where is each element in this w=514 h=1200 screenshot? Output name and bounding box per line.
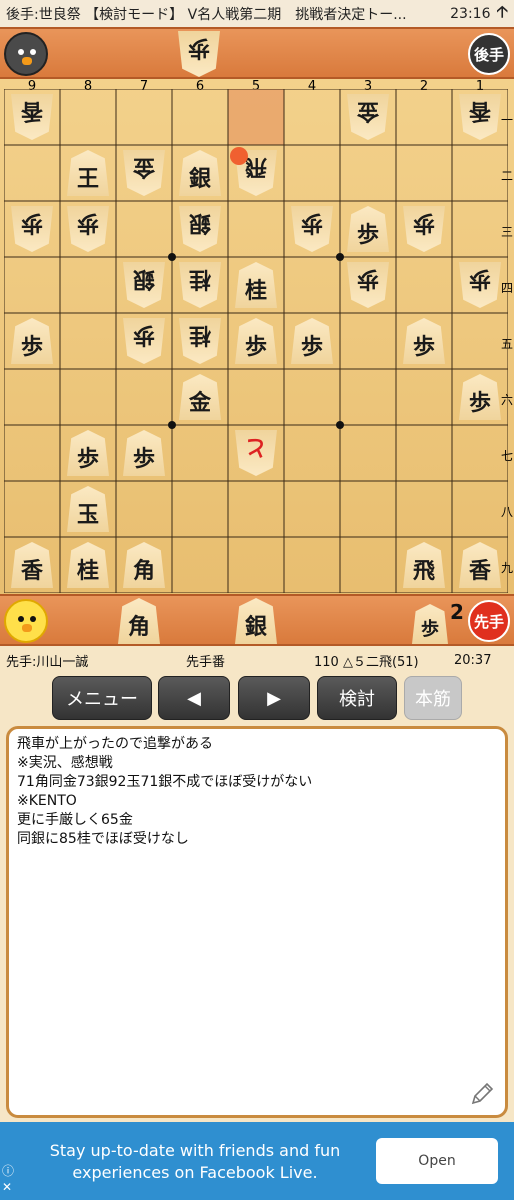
mainline-button[interactable]: 本筋 [404, 676, 462, 720]
piece-label: 香 [21, 98, 44, 124]
pencil-edit-icon[interactable] [469, 1081, 495, 1107]
upload-arrow-icon[interactable]: 🡡 [497, 1, 509, 28]
turn-indicator: 先手番 [186, 654, 226, 670]
piece-label: 金 [188, 390, 211, 416]
piece-label: 歩 [469, 266, 492, 292]
piece-label: 歩 [357, 266, 380, 292]
piece-label: 角 [132, 558, 155, 584]
comment-line: 同銀に85桂でほぼ受けなし [17, 831, 189, 847]
last-move-dot [230, 147, 248, 165]
comment-area[interactable]: 飛車が上がったので追撃がある ※実況、感想戦 71角同金73銀92玉71銀不成で… [6, 726, 508, 1118]
sente-piece-stand: 角 銀 歩 2 先手 [0, 594, 514, 646]
sente-hand-piece-fu[interactable]: 歩 [412, 604, 448, 644]
comment-line: ※実況、感想戦 [17, 755, 113, 771]
avatar-eye-icon [18, 49, 24, 55]
sente-hand-piece-kaku[interactable]: 角 [118, 598, 160, 644]
ad-banner[interactable]: Stay up-to-date with friends and fun exp… [0, 1122, 514, 1200]
piece-label: 桂 [76, 558, 99, 584]
next-move-button[interactable]: ▶ [238, 676, 310, 720]
ad-close-icon[interactable]: ✕ [2, 1180, 12, 1194]
piece-label: 歩 [76, 446, 99, 472]
piece-label: 飛 [412, 558, 435, 584]
comment-line: 更に手厳しく65金 [17, 812, 133, 828]
gote-avatar [4, 32, 48, 76]
piece-label: 桂 [244, 278, 267, 304]
avatar-eye-icon [18, 616, 24, 622]
piece-label: 桂 [189, 266, 212, 292]
avatar-eye-icon [30, 49, 36, 55]
status-bar: 後手:世良祭 【検討モード】 V名人戦第二期 挑戦者決定トー... 23:16 … [0, 0, 514, 28]
game-info-bar: 先手:川山一誠 先手番 110 △５二飛(51) 20:37 [0, 648, 514, 672]
piece-label: 桂 [189, 322, 212, 348]
piece-label: と [245, 434, 268, 460]
sente-side-badge: 先手 [468, 600, 510, 642]
comment-line: 71角同金73銀92玉71銀不成でほぼ受けがない [17, 774, 313, 790]
piece-label: 金 [133, 154, 156, 180]
piece-label: 歩 [356, 222, 379, 248]
piece-label: 歩 [77, 210, 100, 236]
piece-label: 香 [468, 558, 491, 584]
piece-label: 歩 [412, 334, 435, 360]
piece-label: 歩 [132, 446, 155, 472]
prev-move-button[interactable]: ◀ [158, 676, 230, 720]
move-record: 110 △５二飛(51) [314, 654, 419, 670]
piece-label: 銀 [188, 166, 211, 192]
sente-hand-piece-gin[interactable]: 銀 [235, 598, 277, 644]
gote-side-badge: 後手 [468, 33, 510, 75]
game-clock: 20:37 [454, 652, 492, 668]
piece-label: 歩 [20, 334, 43, 360]
piece-label: 金 [357, 98, 380, 124]
avatar-beak-icon [22, 57, 32, 65]
gote-piece-stand: 歩 後手 [0, 27, 514, 79]
piece-label: 飛 [245, 154, 268, 180]
avatar-beak-icon [22, 624, 32, 632]
sente-avatar [4, 599, 48, 643]
ad-open-button[interactable]: Open [376, 1138, 498, 1184]
comment-line: ※KENTO [17, 793, 77, 809]
menu-button[interactable]: メニュー [52, 676, 152, 720]
piece-label: 歩 [21, 210, 44, 236]
piece-label: 銀 [133, 266, 156, 292]
piece-label: 歩 [468, 390, 491, 416]
ad-text: Stay up-to-date with friends and fun exp… [49, 1141, 341, 1182]
control-buttons: メニュー ◀ ▶ 検討 本筋 [0, 676, 514, 722]
piece-label: 歩 [244, 334, 267, 360]
piece-label: 王 [76, 166, 99, 192]
sente-player-name: 先手:川山一誠 [6, 654, 89, 670]
shogi-board[interactable]: 987654321 一二三四五六七八九 香金香王金銀飛歩歩銀歩歩歩銀桂桂歩歩歩歩… [0, 79, 514, 594]
analyze-button[interactable]: 検討 [317, 676, 397, 720]
piece-label: 玉 [76, 502, 99, 528]
clock-text: 23:16 [450, 6, 491, 22]
piece-label: 銀 [189, 210, 212, 236]
piece-label: 歩 [301, 210, 324, 236]
comment-line: 飛車が上がったので追撃がある [17, 736, 213, 752]
avatar-eye-icon [30, 616, 36, 622]
piece-label: 香 [469, 98, 492, 124]
window-title: 後手:世良祭 【検討モード】 V名人戦第二期 挑戦者決定トー... [6, 7, 407, 23]
piece-label: 香 [20, 558, 43, 584]
piece-label: 歩 [300, 334, 323, 360]
ad-info-icon[interactable]: ⓘ [2, 1162, 14, 1179]
piece-label: 歩 [133, 322, 156, 348]
piece-label: 歩 [413, 210, 436, 236]
gote-hand-piece-fu[interactable]: 歩 [178, 31, 220, 77]
fu-count: 2 [450, 600, 464, 624]
